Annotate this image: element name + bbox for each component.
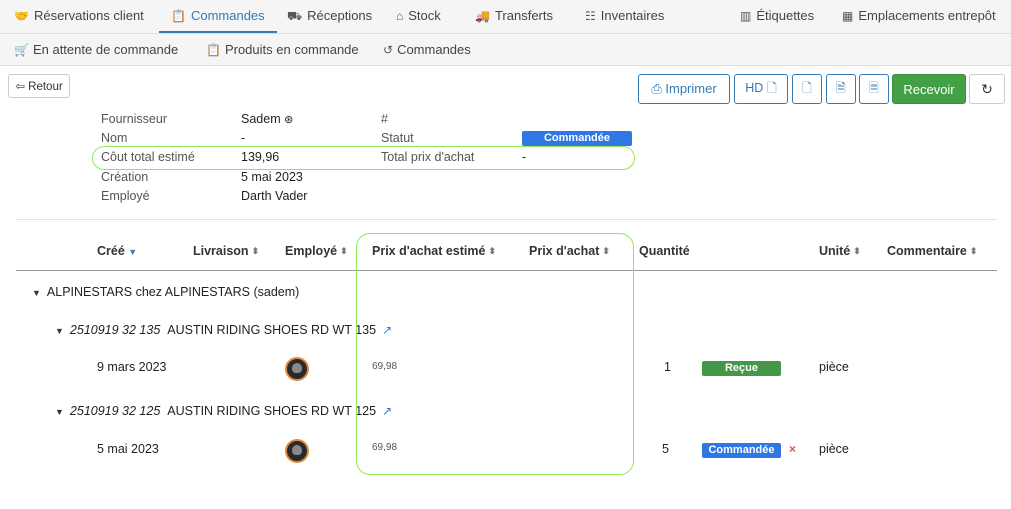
number-label: # <box>381 112 388 126</box>
row-status-badge: Commandée <box>702 443 781 458</box>
col-delivery[interactable]: Livraison ⬍ <box>193 244 259 258</box>
nav-etiquettes[interactable]: ▥ Étiquettes <box>740 0 814 33</box>
file-icon: 🗋 <box>766 80 777 95</box>
subnav-en-attente[interactable]: 🛒 En attente de commande <box>14 34 178 66</box>
total-value: - <box>522 150 527 164</box>
product-row[interactable]: ▼ 2510919 32 135 AUSTIN RIDING SHOES RD W… <box>55 323 392 337</box>
subnav-commandes[interactable]: ↺ Commandes <box>383 34 471 66</box>
supplier-info-icon[interactable]: ⊛ <box>284 114 293 126</box>
col-employee[interactable]: Employé ⬍ <box>285 244 348 258</box>
file-pdf-icon: 🗎 <box>836 80 846 95</box>
back-button[interactable]: ⇦ Retour <box>8 74 70 98</box>
cost-value: 139,96 <box>241 150 280 164</box>
warehouse-icon: ⌂ <box>396 9 404 23</box>
document-button[interactable]: 🗋 <box>792 74 822 104</box>
col-price[interactable]: Prix d'achat ⬍ <box>529 244 610 258</box>
name-value: - <box>241 131 246 145</box>
avatar <box>285 439 309 463</box>
subnav-produits[interactable]: 📋 Produits en commande <box>206 34 359 66</box>
total-label: Total prix d'achat <box>381 150 475 164</box>
text-file-button[interactable]: 🗏 <box>859 74 889 104</box>
col-unit[interactable]: Unité ⬍ <box>819 244 861 258</box>
section-divider <box>16 219 997 220</box>
nav-commandes[interactable]: 📋 Commandes <box>159 0 277 33</box>
col-comment[interactable]: Commentaire ⬍ <box>887 244 977 258</box>
hd-button[interactable]: HD 🗋 <box>734 74 788 104</box>
dolly-icon: ⛟ <box>287 9 303 23</box>
sort-icon: ⬍ <box>251 246 260 256</box>
row-status-badge: Reçue <box>702 361 781 376</box>
row-date: 5 mai 2023 <box>97 442 159 456</box>
refresh-button[interactable]: ↻ <box>969 74 1005 104</box>
sort-icon: ⬍ <box>488 246 496 256</box>
nav-stock[interactable]: ⌂ Stock <box>396 0 441 33</box>
status-label: Statut <box>381 131 414 145</box>
sort-icon: ⬍ <box>602 246 610 256</box>
row-est-price: 69,98 <box>372 442 398 453</box>
sort-icon: ⬍ <box>969 246 978 256</box>
sub-nav: 🛒 En attente de commande 📋 Produits en com… <box>0 34 1011 66</box>
list-icon: ☷ <box>585 9 596 23</box>
cost-label: Côut total estimé <box>101 150 195 164</box>
sort-icon: ⬍ <box>340 246 348 256</box>
printer-icon: ⎙ <box>651 81 662 96</box>
barcode-icon: ▥ <box>740 9 752 23</box>
file-icon: 🗋 <box>802 80 812 95</box>
sort-desc-icon: ▼ <box>128 247 138 257</box>
nav-inventaires[interactable]: ☷ Inventaires <box>585 0 664 33</box>
employee-value: Darth Vader <box>241 189 308 203</box>
nav-receptions[interactable]: ⛟ Réceptions <box>287 0 372 33</box>
row-unit: pièce <box>819 442 849 456</box>
row-qty: 5 <box>662 442 669 456</box>
caret-down-icon: ▼ <box>55 326 64 336</box>
created-label: Création <box>101 170 149 184</box>
avatar <box>285 357 309 381</box>
qrcode-icon: ▦ <box>842 9 854 23</box>
clipboard-icon: 📋 <box>171 9 186 23</box>
clipboard-icon: 📋 <box>206 43 221 57</box>
external-link-icon[interactable]: ↗ <box>382 404 392 418</box>
nav-emplacements[interactable]: ▦ Emplacements entrepôt <box>842 0 996 33</box>
history-icon: ↺ <box>383 43 394 57</box>
truck-icon: 🚚 <box>475 9 490 23</box>
col-qty: Quantité <box>639 244 690 258</box>
header-divider <box>16 270 997 271</box>
row-est-price: 69,98 <box>372 361 398 372</box>
col-created[interactable]: Créé ▼ <box>97 244 137 258</box>
nav-reservations[interactable]: 🤝 Réservations client <box>14 0 144 33</box>
caret-down-icon: ▼ <box>32 288 41 298</box>
refresh-icon: ↻ <box>981 80 993 97</box>
handshake-icon: 🤝 <box>14 9 29 23</box>
product-row[interactable]: ▼ 2510919 32 125 AUSTIN RIDING SHOES RD W… <box>55 404 392 418</box>
file-text-icon: 🗏 <box>869 80 879 95</box>
arrow-left-icon: ⇦ <box>15 81 25 93</box>
row-qty: 1 <box>664 360 671 374</box>
row-unit: pièce <box>819 360 849 374</box>
name-label: Nom <box>101 131 128 145</box>
cart-icon: 🛒 <box>14 43 29 57</box>
nav-transferts[interactable]: 🚚 Transferts <box>475 0 553 33</box>
pdf-button[interactable]: 🗎 <box>826 74 856 104</box>
cancel-icon[interactable]: × <box>789 442 796 456</box>
print-button[interactable]: ⎙ Imprimer <box>638 74 730 104</box>
row-date: 9 mars 2023 <box>97 360 167 374</box>
receive-button[interactable]: Recevoir <box>892 74 966 104</box>
external-link-icon[interactable]: ↗ <box>382 323 392 337</box>
sort-icon: ⬍ <box>853 246 861 256</box>
supplier-value: Sadem ⊛ <box>241 112 294 126</box>
status-badge: Commandée <box>522 131 632 146</box>
group-row[interactable]: ▼ ALPINESTARS chez ALPINESTARS (sadem) <box>32 285 299 299</box>
employee-label: Employé <box>101 189 150 203</box>
caret-down-icon: ▼ <box>55 407 64 417</box>
supplier-label: Fournisseur <box>101 112 167 126</box>
col-est-price[interactable]: Prix d'achat estimé ⬍ <box>372 244 496 258</box>
created-value: 5 mai 2023 <box>241 170 303 184</box>
top-nav: 🤝 Réservations client 📋 Commandes ⛟ Récepti… <box>0 0 1011 34</box>
